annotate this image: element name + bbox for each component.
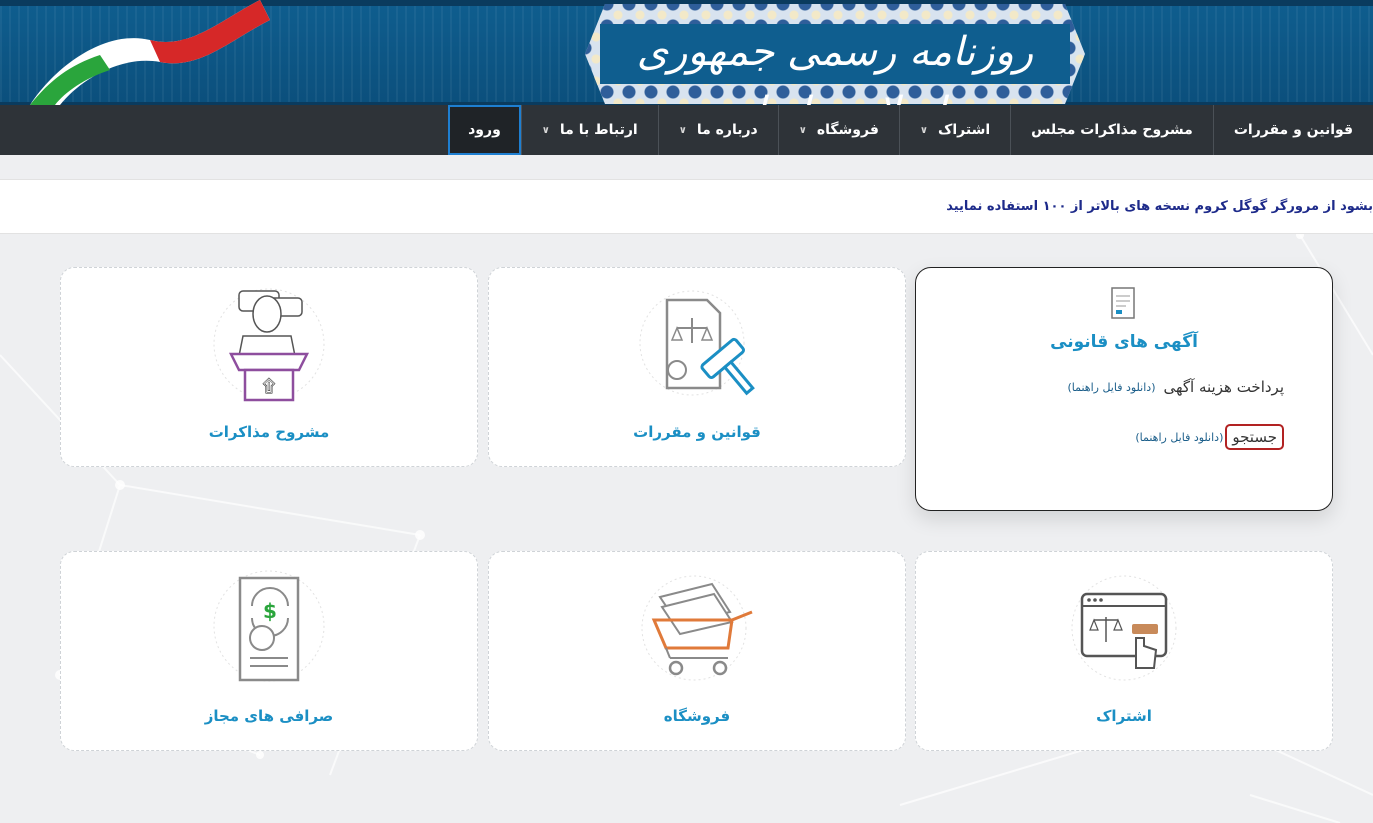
search-guide-link[interactable]: (دانلود فایل راهنما)	[1135, 431, 1223, 444]
search-row: جستجو (دانلود فایل راهنما)	[1135, 424, 1284, 450]
payment-guide-link[interactable]: (دانلود فایل راهنما)	[1067, 381, 1155, 394]
nav-item-label: ارتباط با ما	[559, 122, 638, 138]
card-laws[interactable]: قوانین و مقررات	[488, 267, 906, 467]
header-title: روزنامه رسمی جمهوری اسلامی ایران	[636, 29, 1034, 105]
card-legal-ads[interactable]: آگهی های قانونی پرداخت هزینه آگهی (دانلو…	[915, 267, 1333, 511]
card-label: صرافی های مجاز	[204, 707, 334, 725]
legal-ads-title: آگهی های قانونی	[1050, 332, 1198, 352]
nav-item-label: فروشگاه	[816, 122, 879, 138]
nav-item-label: درباره ما	[696, 122, 758, 138]
nav-item-debates[interactable]: مشروح مذاکرات مجلس	[1010, 105, 1213, 155]
svg-text:۩: ۩	[262, 376, 276, 397]
speaker-podium-icon: ۩	[213, 288, 325, 402]
chevron-down-icon: ∨	[678, 124, 687, 136]
card-shop[interactable]: فروشگاه	[488, 551, 906, 751]
card-label: فروشگاه	[663, 707, 731, 725]
browser-notice: بشود از مرورگر گوگل کروم نسخه های بالاتر…	[0, 179, 1373, 234]
chevron-down-icon: ∨	[541, 124, 550, 136]
nav-item-contact[interactable]: ارتباط با ما ∨	[520, 105, 658, 155]
card-subscription[interactable]: اشتراک	[915, 551, 1333, 751]
login-button[interactable]: ورود	[448, 105, 521, 155]
card-label: اشتراک	[1096, 707, 1152, 725]
card-exchanges[interactable]: $ صرافی های مجاز	[60, 551, 478, 751]
iran-flag-icon	[30, 0, 270, 105]
nav-item-label: مشروح مذاکرات مجلس	[1031, 122, 1193, 138]
notice-text: بشود از مرورگر گوگل کروم نسخه های بالاتر…	[946, 199, 1373, 214]
svg-text:$: $	[263, 599, 277, 623]
document-icon	[1111, 287, 1135, 319]
browser-click-icon	[1071, 575, 1177, 681]
card-label: قوانین و مقررات	[633, 423, 761, 441]
nav-item-subscription[interactable]: اشتراک ∨	[898, 105, 1010, 155]
currency-document-icon: $	[213, 570, 325, 682]
nav-item-laws[interactable]: قوانین و مقررات	[1212, 105, 1373, 155]
main-nav: قوانین و مقررات مشروح مذاکرات مجلس اشترا…	[0, 105, 1373, 155]
site-header: روزنامه رسمی جمهوری اسلامی ایران	[0, 0, 1373, 105]
card-debates[interactable]: ۩ مشروح مذاکرات	[60, 267, 478, 467]
shopping-cart-icon	[641, 575, 753, 681]
gavel-document-icon	[639, 290, 755, 396]
chevron-down-icon: ∨	[919, 124, 929, 136]
nav-item-shop[interactable]: فروشگاه ∨	[777, 105, 899, 155]
nav-item-label: ورود	[468, 122, 501, 138]
chevron-down-icon: ∨	[798, 124, 807, 136]
payment-row: پرداخت هزینه آگهی (دانلود فایل راهنما)	[1067, 378, 1284, 396]
nav-item-label: اشتراک	[938, 122, 991, 138]
card-label: مشروح مذاکرات	[208, 423, 330, 441]
nav-item-about[interactable]: درباره ما ∨	[657, 105, 778, 155]
payment-link[interactable]: پرداخت هزینه آگهی	[1164, 378, 1285, 396]
nav-item-label: قوانین و مقررات	[1233, 122, 1353, 138]
search-link[interactable]: جستجو	[1225, 424, 1284, 450]
